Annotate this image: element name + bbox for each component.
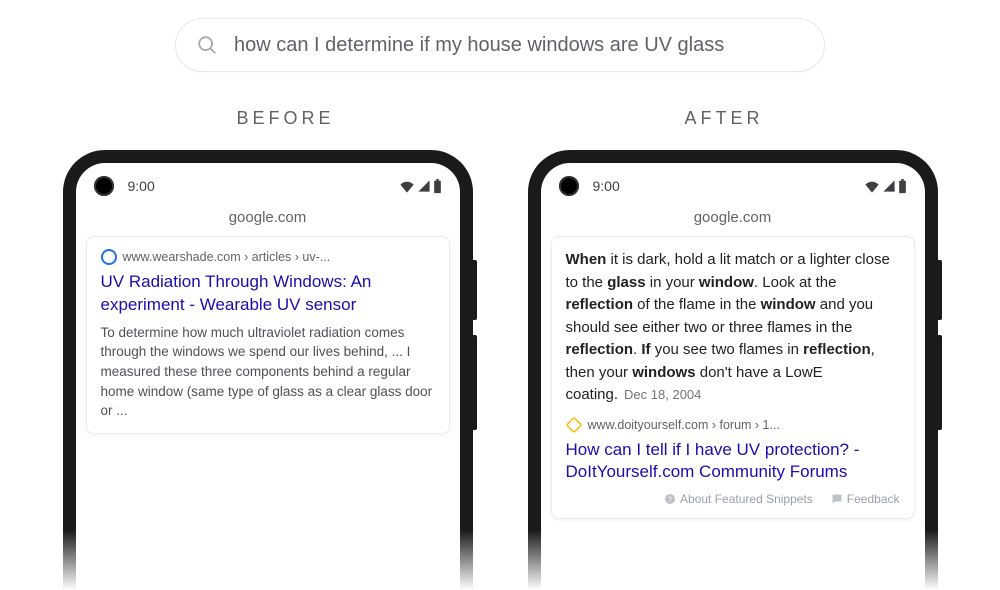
svg-text:?: ?: [668, 497, 672, 504]
status-bar: 9:00: [76, 163, 460, 209]
search-icon: [196, 34, 218, 56]
wifi-icon: [864, 179, 880, 193]
search-query: how can I determine if my house windows …: [234, 34, 724, 57]
comparison-labels: BEFORE AFTER: [0, 108, 1000, 129]
result-snippet: To determine how much ultraviolet radiat…: [101, 323, 435, 421]
status-time: 9:00: [128, 178, 155, 194]
battery-icon: [898, 179, 907, 194]
signal-icon: [417, 179, 431, 193]
about-featured-snippets-link[interactable]: ? About Featured Snippets: [664, 492, 813, 506]
phone-after: 9:00 google.com When it is dark, hold a …: [528, 150, 938, 590]
url-bar: google.com: [541, 209, 925, 234]
help-icon: ?: [664, 493, 676, 505]
favicon-icon: [566, 417, 582, 433]
camera-hole: [94, 176, 114, 196]
before-label: BEFORE: [236, 108, 334, 129]
status-time: 9:00: [593, 178, 620, 194]
after-label: AFTER: [685, 108, 764, 129]
phone-side-button: [938, 260, 942, 320]
url-bar: google.com: [76, 209, 460, 234]
result-title-link[interactable]: UV Radiation Through Windows: An experim…: [101, 271, 435, 317]
phone-side-button: [473, 260, 477, 320]
result-title-link[interactable]: How can I tell if I have UV protection? …: [566, 439, 900, 485]
status-bar: 9:00: [541, 163, 925, 209]
result-breadcrumb: www.doityourself.com › forum › 1...: [566, 417, 900, 433]
phone-side-button: [473, 335, 477, 430]
feedback-link[interactable]: Feedback: [831, 492, 900, 506]
search-result-card[interactable]: www.wearshade.com › articles › uv-... UV…: [86, 236, 450, 434]
result-breadcrumb: www.wearshade.com › articles › uv-...: [101, 249, 435, 265]
camera-hole: [559, 176, 579, 196]
battery-icon: [433, 179, 442, 194]
wifi-icon: [399, 179, 415, 193]
featured-snippet-card[interactable]: When it is dark, hold a lit match or a l…: [551, 236, 915, 519]
favicon-icon: [101, 249, 117, 265]
signal-icon: [882, 179, 896, 193]
phone-before: 9:00 google.com www.wearshade.com › arti…: [63, 150, 473, 590]
phone-side-button: [938, 335, 942, 430]
feedback-icon: [831, 493, 843, 505]
search-bar[interactable]: how can I determine if my house windows …: [175, 18, 825, 72]
featured-date: Dec 18, 2004: [624, 387, 701, 402]
featured-snippet-text: When it is dark, hold a lit match or a l…: [566, 249, 900, 407]
